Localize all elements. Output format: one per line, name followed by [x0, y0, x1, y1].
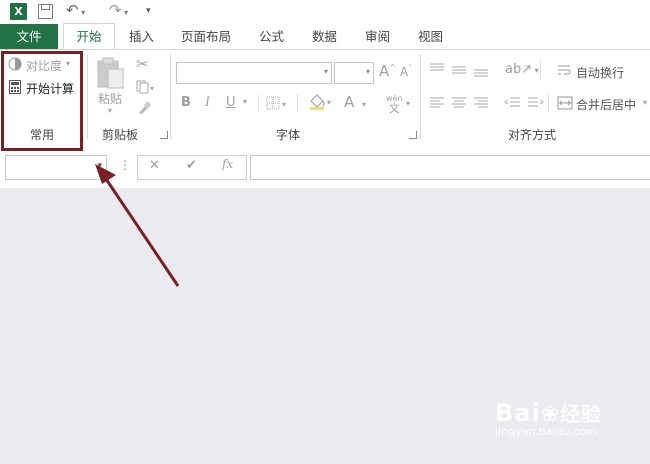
paw-icon: ❀ — [540, 402, 561, 427]
watermark-url: jingyan.baidu.com — [495, 425, 597, 438]
watermark: Bai❀经验 jingyan.baidu.com — [495, 398, 602, 438]
annotation-arrow — [95, 164, 180, 287]
watermark-suffix: 经验 — [560, 402, 603, 426]
watermark-brand: Bai — [495, 399, 541, 427]
